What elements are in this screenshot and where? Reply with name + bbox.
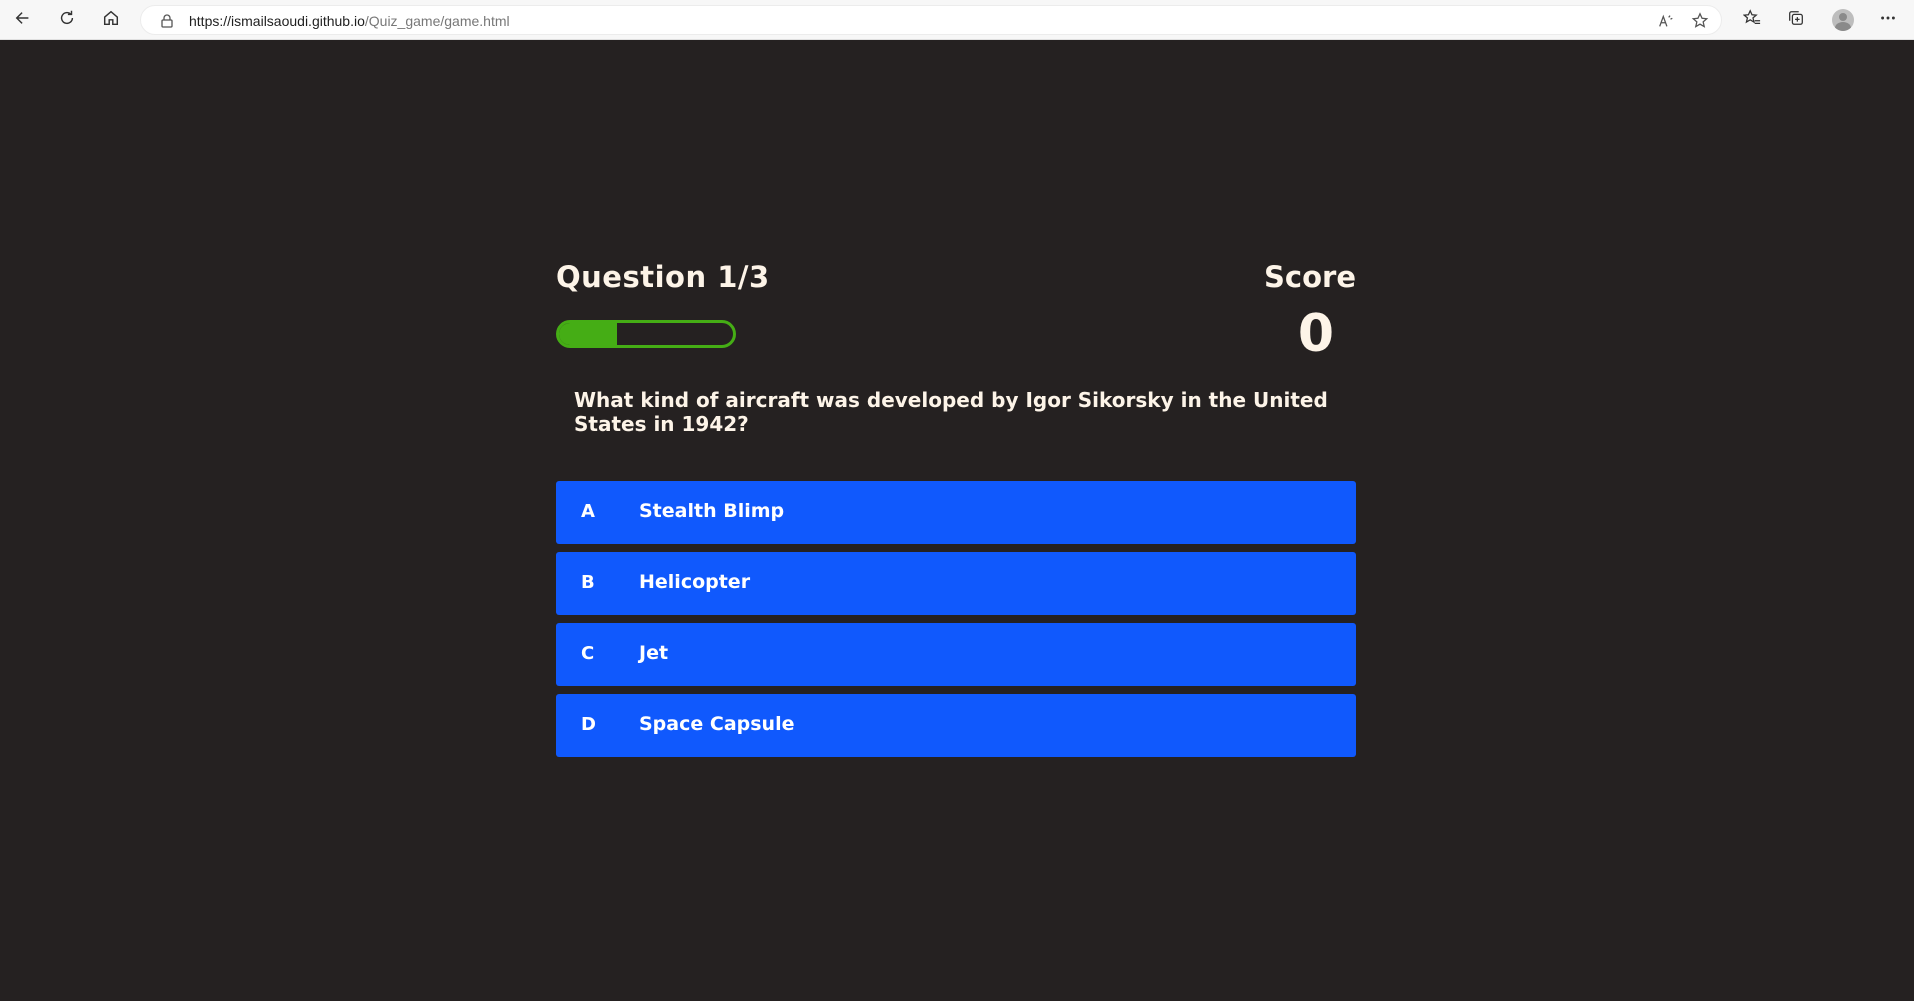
refresh-icon: [58, 9, 76, 31]
score-label: Score: [1264, 260, 1356, 294]
more-icon: [1879, 9, 1897, 31]
choice-prefix: B: [581, 572, 595, 593]
url-text[interactable]: https://ismailsaoudi.github.io/Quiz_game…: [189, 13, 510, 29]
choice-text: Space Capsule: [639, 713, 795, 735]
choice-button-c[interactable]: C Jet: [556, 623, 1356, 686]
arrow-left-icon: [14, 9, 32, 31]
url-host: https://ismailsaoudi.github.io: [189, 13, 365, 29]
browser-toolbar: https://ismailsaoudi.github.io/Quiz_game…: [0, 0, 1914, 40]
choice-prefix: C: [581, 643, 595, 664]
hud: Question 1/3 Score 0: [556, 260, 1356, 364]
address-bar[interactable]: https://ismailsaoudi.github.io/Quiz_game…: [140, 5, 1722, 35]
url-path: /Quiz_game/game.html: [364, 13, 510, 29]
choice-text: Helicopter: [639, 571, 751, 593]
back-button[interactable]: [10, 7, 36, 33]
more-button[interactable]: [1877, 9, 1899, 31]
avatar[interactable]: [1832, 9, 1854, 31]
question-counter: Question 1/3: [556, 260, 770, 294]
avatar-body: [1835, 22, 1851, 31]
read-aloud-icon[interactable]: [1657, 12, 1677, 32]
choice-prefix: A: [581, 501, 595, 522]
choice-text: Stealth Blimp: [639, 500, 785, 522]
refresh-button[interactable]: [54, 7, 80, 33]
favorites-button[interactable]: [1741, 9, 1763, 31]
choice-button-b[interactable]: B Helicopter: [556, 552, 1356, 615]
favorites-icon: [1742, 9, 1761, 31]
progress-bar: [556, 320, 736, 348]
choice-prefix: D: [581, 714, 596, 735]
question-text: What kind of aircraft was developed by I…: [574, 388, 1328, 436]
home-icon: [102, 9, 120, 31]
choice-text: Jet: [639, 642, 669, 664]
score-value: 0: [1297, 304, 1334, 364]
star-add-icon[interactable]: [1691, 12, 1711, 32]
choice-button-a[interactable]: A Stealth Blimp: [556, 481, 1356, 544]
lock-icon[interactable]: [159, 13, 175, 29]
choices-list: A Stealth Blimp B Helicopter C Jet D Spa…: [556, 481, 1356, 757]
progress-fill: [559, 323, 617, 345]
choice-button-d[interactable]: D Space Capsule: [556, 694, 1356, 757]
home-button[interactable]: [98, 7, 124, 33]
collections-button[interactable]: [1785, 9, 1807, 31]
avatar-head: [1839, 13, 1847, 21]
quiz-container: Question 1/3 Score 0 What kind of aircra…: [556, 260, 1356, 765]
collections-icon: [1787, 9, 1805, 31]
